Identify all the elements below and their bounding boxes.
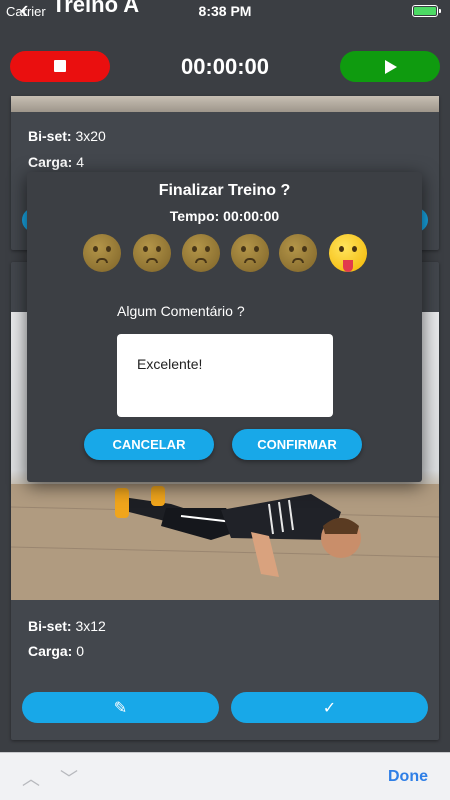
load-label: Carga: (28, 154, 73, 170)
confirm-button[interactable]: CONFIRMAR (232, 429, 362, 460)
set-info: Bi-set: 3x20 (28, 128, 106, 144)
pencil-icon: ✎ (113, 700, 128, 717)
load-label: Carga: (28, 643, 73, 659)
check-icon: ✓ (322, 700, 337, 717)
complete-exercise-button[interactable]: ✓ (231, 692, 428, 723)
load-value: 0 (76, 643, 85, 659)
page-title: Treino A (52, 0, 140, 17)
load-info: Carga: 4 (28, 154, 84, 170)
set-value: 3x20 (75, 128, 106, 144)
exhausted-face-icon[interactable] (329, 234, 367, 272)
dialog-title: Finalizar Treino ? (158, 182, 291, 199)
done-button[interactable]: Done (388, 768, 428, 786)
set-info: Bi-set: 3x12 (28, 618, 106, 634)
back-chevron-icon[interactable]: ‹ (20, 0, 29, 25)
play-icon (385, 60, 397, 74)
confused-face-icon[interactable] (182, 234, 220, 272)
effort-rating (83, 234, 373, 278)
cancel-button[interactable]: CANCELAR (84, 429, 214, 460)
set-label: Bi-set: (28, 128, 72, 144)
set-label: Bi-set: (28, 618, 72, 634)
sleepy-face-icon[interactable] (83, 234, 121, 272)
keyboard-accessory-bar: ︿ ﹀ Done (0, 752, 450, 800)
comment-field[interactable]: Excelente! (117, 334, 333, 417)
exercise-image (11, 96, 439, 112)
battery-icon (412, 5, 441, 17)
dialog-elapsed-time: Tempo: 00:00:00 (169, 208, 280, 224)
start-workout-button[interactable] (340, 51, 440, 82)
finish-workout-dialog: Finalizar Treino ? Tempo: 00:00:00 Algum… (27, 172, 422, 482)
tired-face-icon[interactable] (279, 234, 317, 272)
load-info: Carga: 0 (28, 643, 84, 659)
comment-label: Algum Comentário ? (117, 303, 245, 319)
load-value: 4 (76, 154, 85, 170)
set-value: 3x12 (75, 618, 106, 634)
anxious-face-icon[interactable] (231, 234, 269, 272)
sweating-face-icon[interactable] (133, 234, 171, 272)
chevron-up-icon[interactable]: ︿ (22, 765, 40, 791)
chevron-down-icon[interactable]: ﹀ (60, 765, 78, 791)
edit-exercise-button[interactable]: ✎ (22, 692, 219, 723)
